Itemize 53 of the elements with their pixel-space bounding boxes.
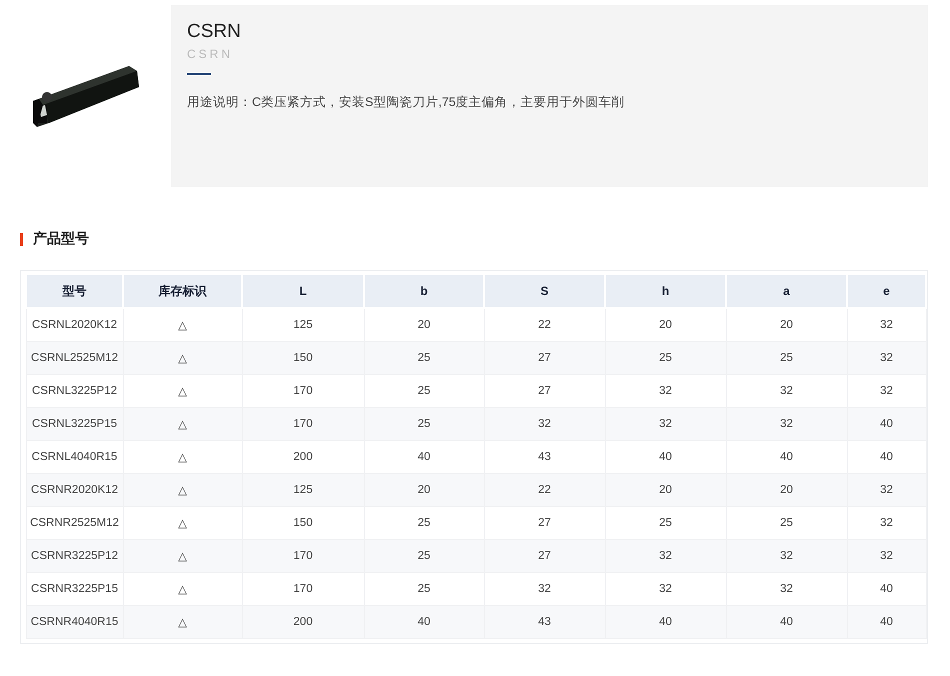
table-cell: △ [123, 342, 242, 374]
table-cell: 25 [605, 342, 726, 374]
column-header: a [726, 275, 847, 308]
column-header: S [484, 275, 605, 308]
table-cell: CSRNR4040R15 [26, 606, 123, 638]
column-header: L [242, 275, 364, 308]
table-cell: 20 [605, 474, 726, 506]
table-cell: CSRNR2020K12 [26, 474, 123, 506]
table-cell: 40 [847, 408, 926, 440]
table-cell: CSRNR3225P12 [26, 540, 123, 572]
table-cell: 40 [364, 606, 484, 638]
table-cell: 200 [242, 606, 364, 638]
table-cell: 150 [242, 342, 364, 374]
table-cell: 32 [726, 408, 847, 440]
table-cell: 170 [242, 408, 364, 440]
table-cell: 27 [484, 540, 605, 572]
table-cell: 25 [364, 408, 484, 440]
table-cell: △ [123, 474, 242, 506]
table-cell: △ [123, 408, 242, 440]
column-header: b [364, 275, 484, 308]
table-cell: 22 [484, 474, 605, 506]
table-cell: 32 [605, 408, 726, 440]
table-cell: △ [123, 540, 242, 572]
column-header: h [605, 275, 726, 308]
table-cell: 32 [847, 342, 926, 374]
table-cell: 25 [364, 540, 484, 572]
column-header: e [847, 275, 926, 308]
table-cell: 43 [484, 606, 605, 638]
table-cell: 40 [605, 606, 726, 638]
table-cell: 32 [847, 474, 926, 506]
table-cell: 32 [484, 408, 605, 440]
product-title: CSRN [187, 21, 241, 43]
table-cell: 20 [364, 474, 484, 506]
table-cell: 27 [484, 342, 605, 374]
table-cell: 125 [242, 474, 364, 506]
product-description: 用途说明：C类压紧方式，安装S型陶瓷刀片,75度主偏角，主要用于外圆车削 [187, 94, 626, 111]
column-header: 型号 [26, 275, 123, 308]
table-cell: 32 [726, 540, 847, 572]
table-cell: 40 [847, 606, 926, 638]
table-cell: CSRNL2525M12 [26, 342, 123, 374]
table-cell: 32 [605, 540, 726, 572]
accent-bar [20, 232, 23, 246]
table-cell: 20 [726, 474, 847, 506]
table-cell: 40 [726, 606, 847, 638]
product-subtitle: CSRN [187, 47, 234, 61]
table-cell: △ [123, 606, 242, 638]
table-cell: 32 [847, 540, 926, 572]
table-cell: 25 [364, 342, 484, 374]
section-heading: 产品型号 [33, 230, 89, 248]
table-cell: 170 [242, 540, 364, 572]
column-header: 库存标识 [123, 275, 242, 308]
table-cell: CSRNL3225P15 [26, 408, 123, 440]
table-cell: 25 [726, 342, 847, 374]
